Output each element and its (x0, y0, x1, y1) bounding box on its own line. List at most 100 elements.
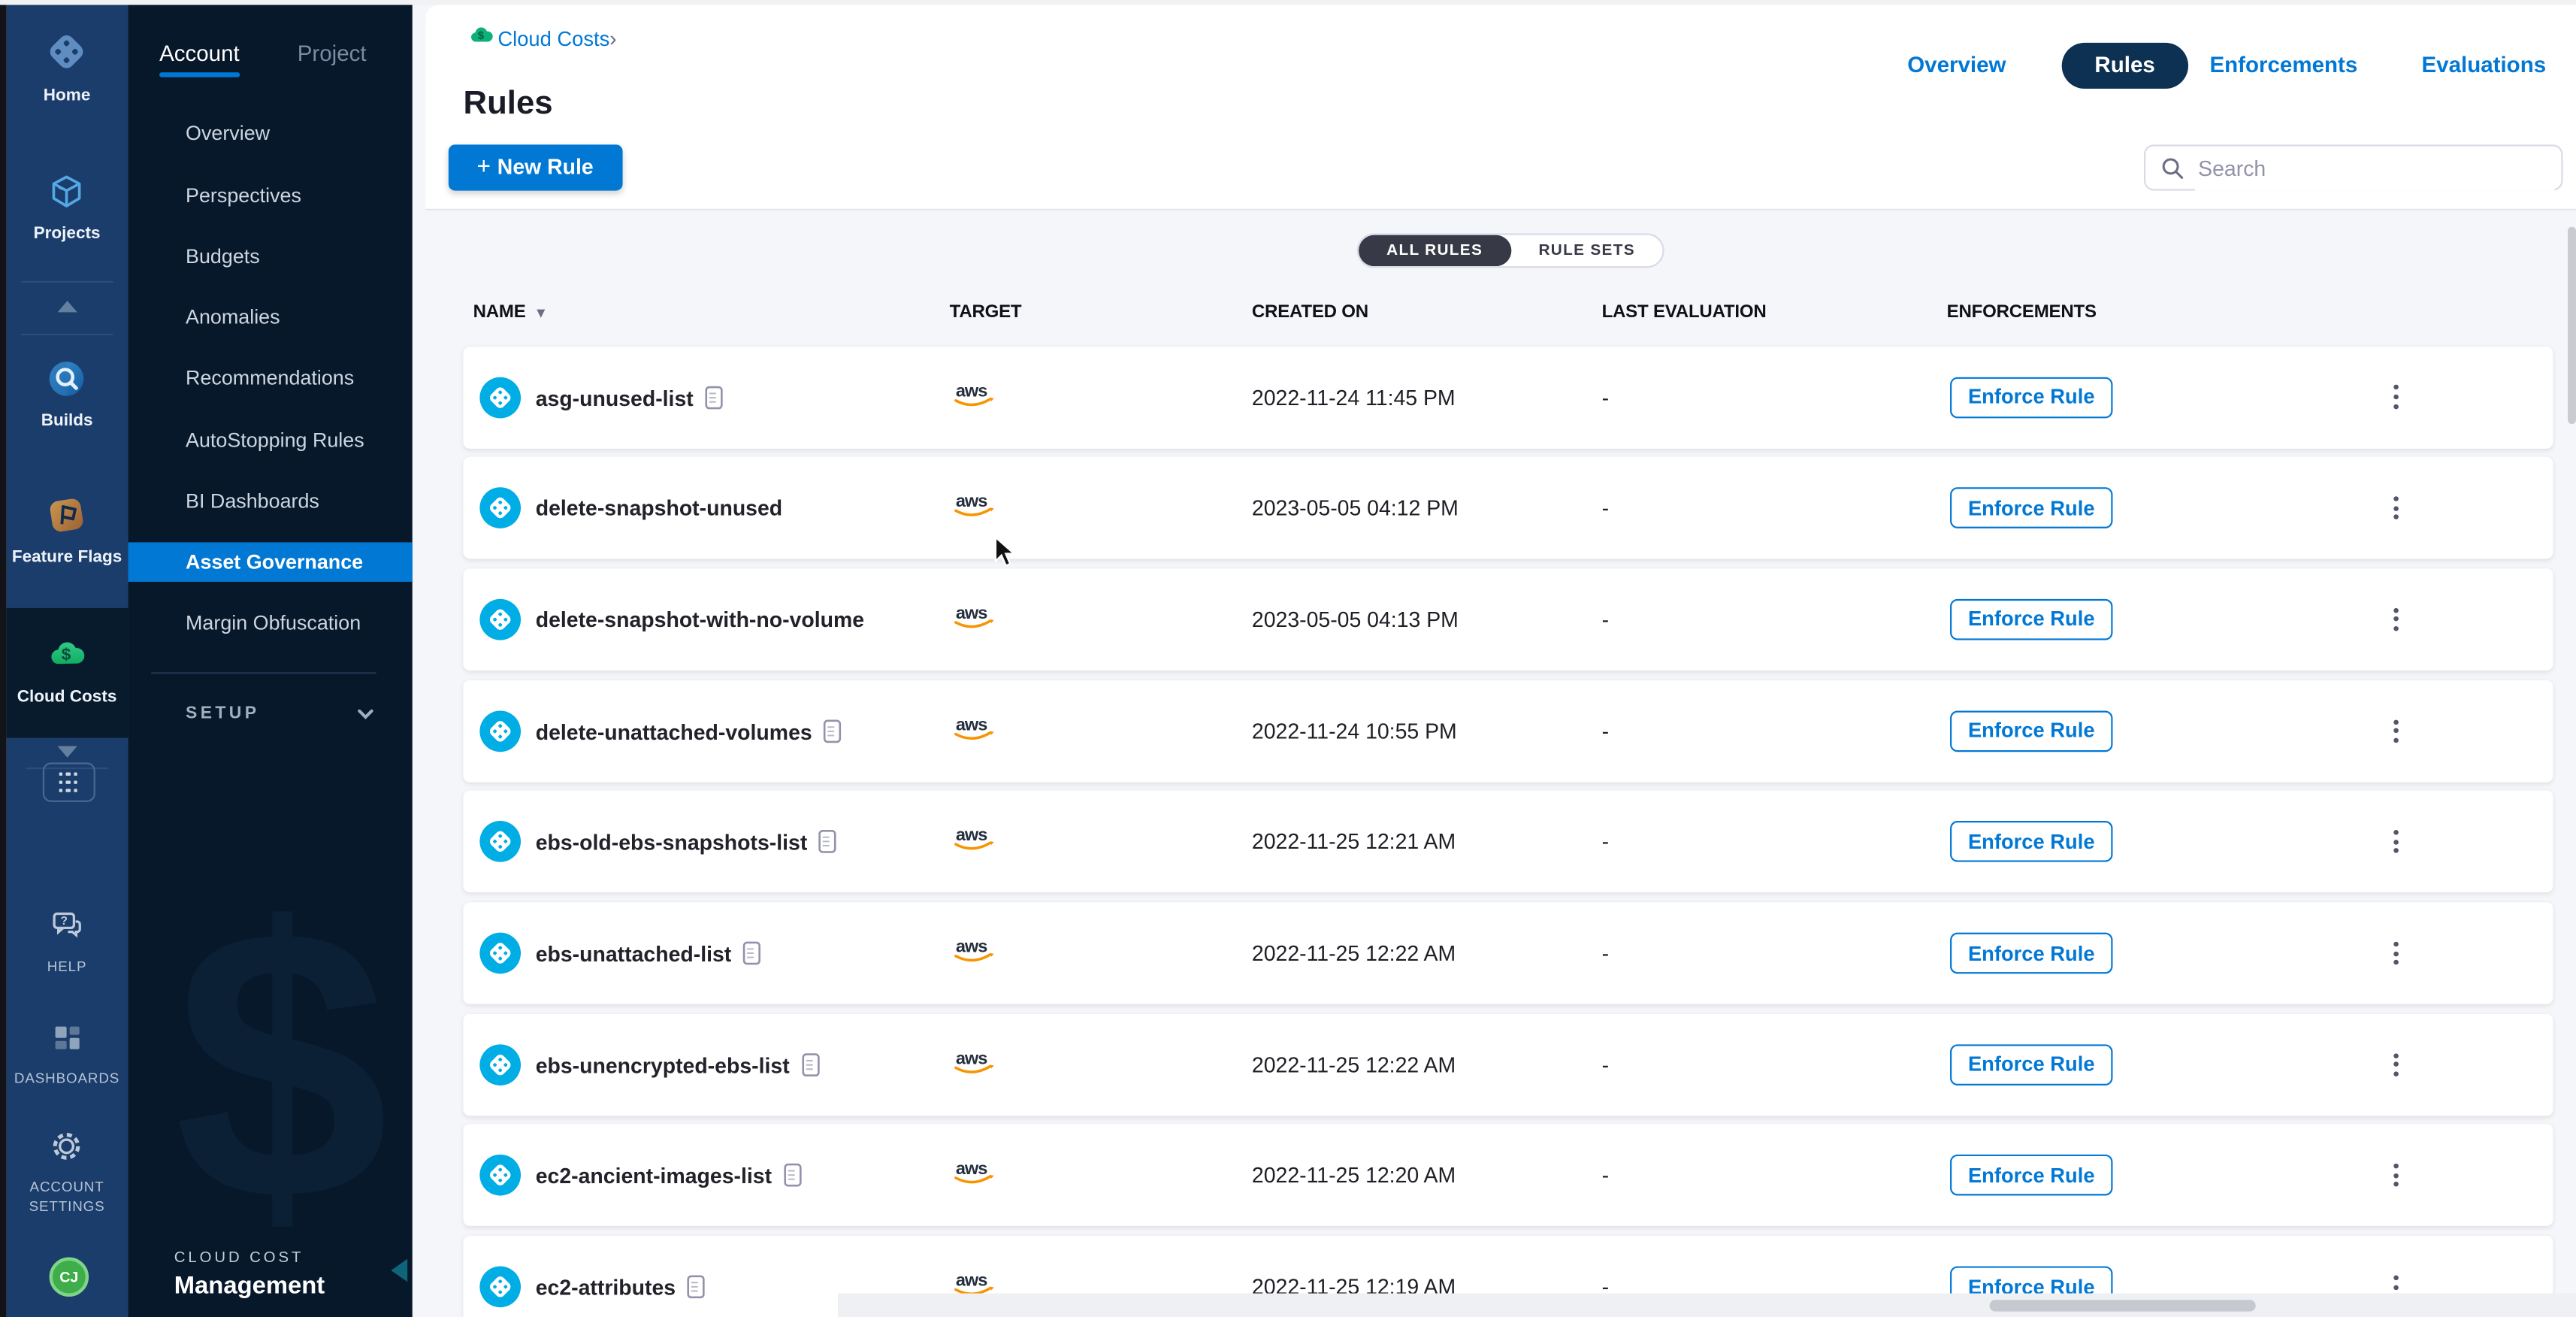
document-icon[interactable] (705, 383, 724, 410)
sidebar-item-budgets[interactable]: Budgets (186, 245, 260, 268)
table-row[interactable]: ebs-unencrypted-ebs-list2022-11-25 12:22… (464, 1013, 2553, 1116)
enforce-rule-button[interactable]: Enforce Rule (1950, 377, 2112, 418)
sidebar-item-margin-obfuscation[interactable]: Margin Obfuscation (186, 611, 361, 634)
sidebar-item-autostopping-rules[interactable]: AutoStopping Rules (186, 428, 364, 452)
breadcrumb-cloud-costs[interactable]: Cloud Costs (497, 28, 609, 51)
sidebar-footer-title: Management (174, 1272, 325, 1300)
rail-item-builds[interactable]: Builds (6, 359, 128, 431)
rule-name-link[interactable]: ec2-ancient-images-list (536, 1163, 803, 1189)
rail-item-projects[interactable]: Projects (6, 171, 128, 243)
sidebar-item-bi-dashboards[interactable]: BI Dashboards (186, 489, 319, 513)
enforce-rule-button[interactable]: Enforce Rule (1950, 710, 2112, 752)
rule-name-link[interactable]: asg-unused-list (536, 383, 725, 410)
rail-item-account-settings[interactable]: ACCOUNT SETTINGS (6, 1128, 128, 1216)
rule-name-link[interactable]: delete-unattached-volumes (536, 717, 844, 743)
document-icon[interactable] (783, 1163, 803, 1189)
user-avatar[interactable]: CJ (50, 1257, 89, 1296)
sidebar-item-asset-governance[interactable]: Asset Governance (128, 542, 413, 581)
rail-item-home[interactable]: Home (6, 29, 128, 105)
rule-name-link[interactable]: ec2-attributes (536, 1274, 707, 1300)
sidebar-tab-project[interactable]: Project (298, 41, 367, 66)
table-row[interactable]: asg-unused-list2022-11-24 11:45 PM-Enfor… (464, 346, 2553, 448)
cube-icon (47, 171, 88, 220)
module-rail: Home Projects Builds (6, 0, 128, 1317)
main-content: $ Cloud Costs › Rules Overview Rules Enf… (413, 0, 2576, 1317)
table-row[interactable]: delete-snapshot-unused2023-05-05 04:12 P… (464, 457, 2553, 559)
enforce-rule-button[interactable]: Enforce Rule (1950, 1155, 2112, 1197)
rule-name-link[interactable]: delete-snapshot-with-no-volume (536, 607, 864, 632)
search-input[interactable] (2195, 147, 2555, 190)
row-menu-button[interactable] (2381, 824, 2410, 860)
document-icon[interactable] (743, 940, 763, 967)
enforce-rule-button[interactable]: Enforce Rule (1950, 599, 2112, 640)
rail-label: Cloud Costs (6, 689, 128, 707)
sidebar-tab-account[interactable]: Account (159, 41, 240, 66)
active-tab-underline (159, 72, 240, 77)
module-picker-button[interactable] (42, 762, 95, 801)
row-menu-button[interactable] (2381, 713, 2410, 749)
page-title: Rules (464, 86, 553, 124)
enforce-rule-button[interactable]: Enforce Rule (1950, 933, 2112, 974)
window-top-edge (0, 0, 2576, 5)
rule-name-link[interactable]: delete-snapshot-unused (536, 496, 782, 521)
row-menu-button[interactable] (2381, 490, 2410, 526)
rule-name-link[interactable]: ebs-old-ebs-snapshots-list (536, 829, 839, 855)
sidebar-item-perspectives[interactable]: Perspectives (186, 183, 301, 207)
row-menu-button[interactable] (2381, 601, 2410, 637)
tab-overview[interactable]: Overview (1907, 53, 2006, 77)
sidebar-item-overview[interactable]: Overview (186, 122, 270, 145)
document-icon[interactable] (687, 1274, 706, 1300)
rail-divider (20, 281, 112, 283)
tab-evaluations[interactable]: Evaluations (2421, 53, 2546, 77)
sort-descending-icon[interactable]: ▾ (537, 303, 545, 319)
last-evaluation-value: - (1602, 1052, 1609, 1077)
document-icon[interactable] (801, 1051, 821, 1077)
chevron-down-icon[interactable] (355, 704, 376, 733)
rule-icon (479, 710, 521, 752)
chevron-down-icon[interactable] (58, 746, 77, 758)
rule-name-link[interactable]: ebs-unattached-list (536, 940, 763, 967)
document-icon[interactable] (824, 717, 843, 743)
toggle-all-rules[interactable]: ALL RULES (1359, 235, 1510, 267)
rule-name-link[interactable]: ebs-unencrypted-ebs-list (536, 1051, 821, 1077)
rules-view-toggle[interactable]: ALL RULES RULE SETS (1357, 232, 1664, 268)
sidebar-item-anomalies[interactable]: Anomalies (186, 306, 280, 329)
chat-help-icon: ? (47, 906, 86, 953)
toggle-rule-sets[interactable]: RULE SETS (1510, 235, 1663, 267)
row-menu-button[interactable] (2381, 935, 2410, 971)
sidebar-item-recommendations[interactable]: Recommendations (186, 367, 354, 390)
aws-icon (950, 934, 999, 973)
table-row[interactable]: delete-snapshot-with-no-volume2023-05-05… (464, 568, 2553, 671)
row-menu-button[interactable] (2381, 1046, 2410, 1082)
vertical-scrollbar-thumb[interactable] (2567, 227, 2575, 424)
new-rule-button[interactable]: +New Rule (449, 144, 622, 189)
chevron-up-icon[interactable] (58, 301, 77, 312)
dollar-watermark: $ (174, 871, 389, 1258)
last-evaluation-value: - (1602, 1164, 1609, 1188)
horizontal-scrollbar-thumb[interactable] (1990, 1300, 2256, 1311)
table-row[interactable]: ebs-old-ebs-snapshots-list2022-11-25 12:… (464, 791, 2553, 893)
collapse-sidebar-button[interactable] (391, 1259, 407, 1282)
rail-item-help[interactable]: ? HELP (6, 906, 128, 977)
rule-icon (479, 933, 521, 974)
rule-icon (479, 1044, 521, 1085)
search-box (2144, 144, 2562, 189)
table-row[interactable]: delete-unattached-volumes2022-11-24 10:5… (464, 680, 2553, 782)
rail-item-feature-flags[interactable]: Feature Flags (6, 495, 128, 567)
rail-item-cloud-costs[interactable]: $ Cloud Costs (6, 633, 128, 707)
enforce-rule-button[interactable]: Enforce Rule (1950, 822, 2112, 863)
enforce-rule-button[interactable]: Enforce Rule (1950, 488, 2112, 529)
table-row[interactable]: ebs-unattached-list2022-11-25 12:22 AM-E… (464, 902, 2553, 1004)
last-evaluation-value: - (1602, 607, 1609, 632)
column-header-last-evaluation: LAST EVALUATION (1602, 301, 1767, 321)
tab-rules[interactable]: Rules (2062, 42, 2188, 88)
table-row[interactable]: ec2-ancient-images-list2022-11-25 12:20 … (464, 1125, 2553, 1227)
rail-item-dashboards[interactable]: DASHBOARDS (6, 1021, 128, 1089)
document-icon[interactable] (819, 829, 839, 855)
enforce-rule-button[interactable]: Enforce Rule (1950, 1044, 2112, 1085)
row-menu-button[interactable] (2381, 379, 2410, 415)
tab-enforcements[interactable]: Enforcements (2209, 53, 2357, 77)
column-header-name[interactable]: NAME▾ (473, 301, 545, 321)
row-menu-button[interactable] (2381, 1158, 2410, 1194)
sidebar-setup[interactable]: SETUP (186, 704, 259, 723)
